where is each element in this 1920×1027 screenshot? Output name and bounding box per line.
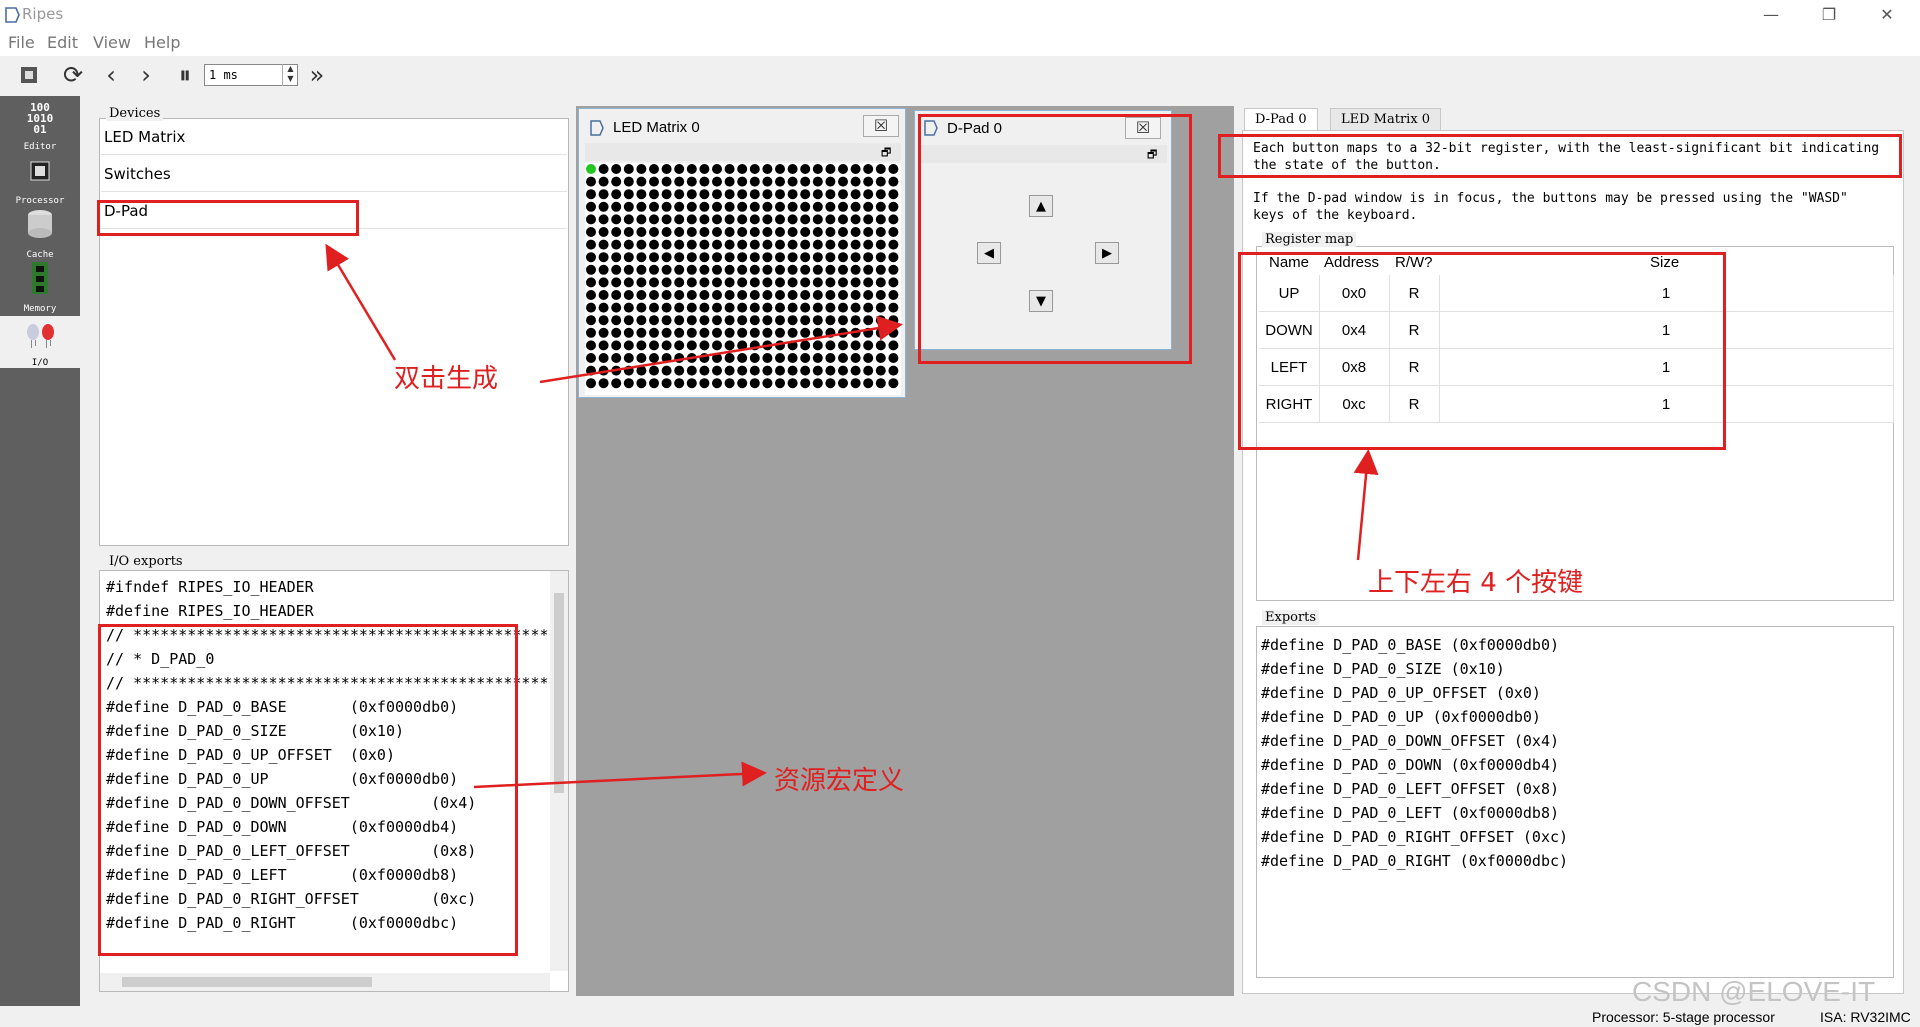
annotation-buttons: 上下左右 4 个按键 bbox=[1368, 568, 1584, 598]
arrow-to-dpad-window bbox=[539, 315, 903, 384]
status-isa: ISA: RV32IMC bbox=[1820, 1009, 1911, 1025]
arrow-to-macros bbox=[473, 761, 767, 789]
annotation-arrows bbox=[325, 243, 1379, 789]
watermark: CSDN @ELOVE-IT bbox=[1632, 976, 1876, 1007]
annotation-macros: 资源宏定义 bbox=[774, 766, 905, 796]
status-bar: Processor: 5-stage processor ISA: RV32IM… bbox=[0, 1006, 1920, 1027]
arrow-to-dpad-item bbox=[325, 243, 397, 361]
arrow-to-register-map bbox=[1353, 449, 1379, 561]
annotation-double-click: 双击生成 bbox=[394, 364, 499, 394]
status-processor: Processor: 5-stage processor bbox=[1592, 1009, 1775, 1025]
